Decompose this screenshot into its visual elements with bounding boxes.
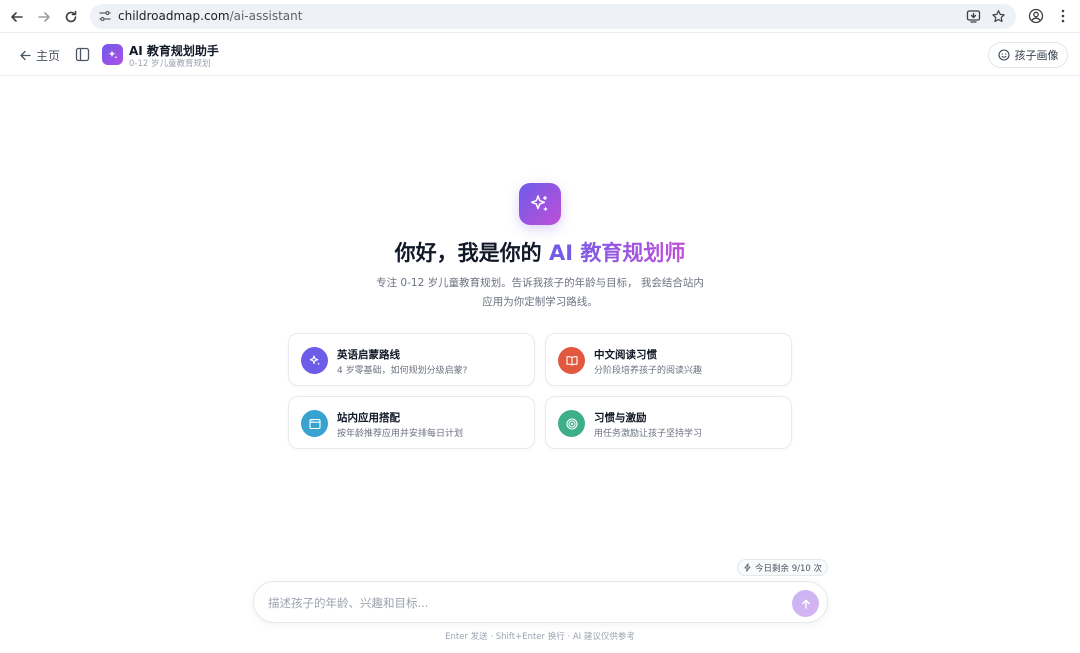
suggestion-title: 站内应用搭配 xyxy=(337,412,400,424)
reload-icon[interactable] xyxy=(61,7,81,27)
arrow-left-icon xyxy=(20,50,31,60)
message-input[interactable] xyxy=(268,592,768,614)
suggestion-card-english[interactable]: 英语启蒙路线 4 岁零基础，如何规划分级启蒙? xyxy=(288,333,535,386)
quota-label: 今日剩余 9/10 次 xyxy=(755,563,822,574)
browser-toolbar: childroadmap.com/ai-assistant xyxy=(0,0,1080,33)
home-link[interactable]: 主页 xyxy=(19,46,60,64)
app-window-icon xyxy=(301,410,328,437)
brand-subtitle: 0-12 岁儿童教育规划 xyxy=(129,59,211,69)
suggestion-title: 习惯与激励 xyxy=(594,412,647,424)
child-profile-label: 孩子画像 xyxy=(1014,49,1059,62)
url-host: childroadmap.com xyxy=(118,9,230,23)
hero-description-line: 专注 0-12 岁儿童教育规划。告诉我孩子的年龄与目标， 我会结合站内 xyxy=(376,277,704,289)
sidebar-toggle-icon[interactable] xyxy=(75,47,90,62)
book-icon xyxy=(558,347,585,374)
target-icon xyxy=(558,410,585,437)
brand-logo-icon xyxy=(102,44,123,65)
suggestion-description: 按年龄推荐应用并安排每日计划 xyxy=(337,429,464,439)
suggestion-description: 分阶段培养孩子的阅读兴趣 xyxy=(594,366,703,376)
url-path: /ai-assistant xyxy=(229,9,303,23)
chat-input-box xyxy=(253,581,828,623)
suggestion-card-reading[interactable]: 中文阅读习惯 分阶段培养孩子的阅读兴趣 xyxy=(545,333,792,386)
hero-title: 你好，我是你的 AI 教育规划师 xyxy=(0,237,1080,267)
child-profile-button[interactable]: 孩子画像 xyxy=(988,42,1068,68)
install-app-icon[interactable] xyxy=(966,9,981,24)
url-text: childroadmap.com/ai-assistant xyxy=(118,9,302,23)
lightning-icon xyxy=(744,563,751,572)
sparkles-icon xyxy=(301,347,328,374)
forward-arrow-icon[interactable] xyxy=(34,7,54,27)
arrow-up-icon xyxy=(801,599,810,609)
more-vert-icon[interactable] xyxy=(1056,8,1070,24)
suggestion-title: 中文阅读习惯 xyxy=(594,349,657,361)
suggestion-card-apps[interactable]: 站内应用搭配 按年龄推荐应用并安排每日计划 xyxy=(288,396,535,449)
quota-badge: 今日剩余 9/10 次 xyxy=(737,559,828,576)
suggestion-description: 用任务激励让孩子坚持学习 xyxy=(594,429,703,439)
suggestion-title: 英语启蒙路线 xyxy=(337,349,400,361)
keyboard-hint: Enter 发送 · Shift+Enter 换行 · AI 建议仅供参考 xyxy=(445,632,635,642)
back-arrow-icon[interactable] xyxy=(7,7,27,27)
hero-title-prefix: 你好，我是你的 xyxy=(394,241,549,265)
smile-icon xyxy=(997,49,1010,61)
site-settings-icon[interactable] xyxy=(98,9,112,23)
hero-description-line: 应用为你定制学习路线。 xyxy=(482,296,598,308)
address-bar[interactable]: childroadmap.com/ai-assistant xyxy=(90,4,1016,29)
account-icon[interactable] xyxy=(1028,8,1044,24)
bookmark-star-icon[interactable] xyxy=(991,9,1006,24)
suggestion-description: 4 岁零基础，如何规划分级启蒙? xyxy=(337,366,468,376)
home-link-label: 主页 xyxy=(36,48,61,63)
hero-title-accent: AI 教育规划师 xyxy=(548,241,686,265)
hero-description: 专注 0-12 岁儿童教育规划。告诉我孩子的年龄与目标， 我会结合站内 应用为你… xyxy=(370,274,710,312)
suggestion-card-habits[interactable]: 习惯与激励 用任务激励让孩子坚持学习 xyxy=(545,396,792,449)
sparkles-icon xyxy=(519,183,561,225)
send-button[interactable] xyxy=(792,590,819,617)
